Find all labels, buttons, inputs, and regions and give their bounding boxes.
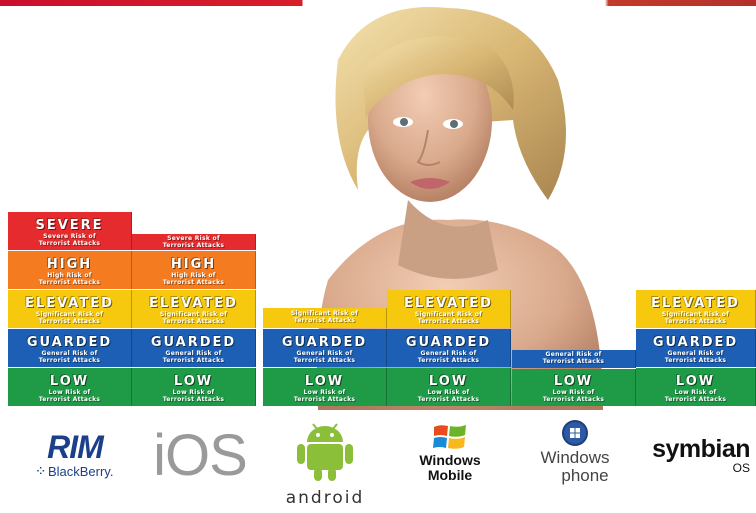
android-robot-icon <box>297 422 353 481</box>
threat-column-symbian: ELEVATED Significant Risk of Terrorist A… <box>636 290 756 406</box>
level-box-severe: SEVERE Severe Risk of Terrorist Attacks <box>8 212 132 250</box>
windows-phone-wordmark-1: Windows <box>540 448 610 467</box>
ios-logo: iOS <box>150 418 250 493</box>
android-logo: android <box>270 412 380 513</box>
windows-mobile-logo: Windows Mobile <box>400 416 500 488</box>
windows-mobile-wordmark-2: Mobile <box>427 467 473 483</box>
threat-column-windows-mobile: ELEVATED Significant Risk of Terrorist A… <box>387 290 511 406</box>
level-box-elevated: ELEVATED Significant Risk of Terrorist A… <box>8 290 132 328</box>
level-box-guarded: GUARDED General Risk of Terrorist Attack… <box>132 329 256 367</box>
blackberry-wordmark: BlackBerry. <box>47 463 114 479</box>
level-box-guarded: GUARDED General Risk of Terrorist Attack… <box>636 329 756 367</box>
level-box-low: LOW Low Risk of Terrorist Attacks <box>387 368 511 406</box>
level-box-guarded-partial: General Risk of Terrorist Attacks <box>512 350 636 368</box>
level-box-high: HIGH High Risk of Terrorist Attacks <box>8 251 132 289</box>
level-box-elevated: ELEVATED Significant Risk of Terrorist A… <box>387 290 511 328</box>
level-box-low: LOW Low Risk of Terrorist Attacks <box>263 368 387 406</box>
level-box-guarded: GUARDED General Risk of Terrorist Attack… <box>8 329 132 367</box>
symbian-os-label: OS <box>732 460 750 475</box>
symbian-wordmark: symbian <box>652 434 750 463</box>
level-box-elevated-partial: Significant Risk of Terrorist Attacks <box>263 308 387 328</box>
blackberry-dots-icon: ⁘ <box>36 465 45 477</box>
level-box-guarded: GUARDED General Risk of Terrorist Attack… <box>263 329 387 367</box>
level-box-severe-partial: Severe Risk of Terrorist Attacks <box>132 234 256 250</box>
threat-column-android: Significant Risk of Terrorist Attacks GU… <box>263 308 387 406</box>
blackberry-logo: RIM ⁘ BlackBerry. <box>20 425 130 485</box>
level-box-elevated: ELEVATED Significant Risk of Terrorist A… <box>132 290 256 328</box>
level-box-low: LOW Low Risk of Terrorist Attacks <box>512 369 636 406</box>
symbian-logo: symbian OS <box>650 430 750 480</box>
threat-column-windows-phone: General Risk of Terrorist Attacks LOW Lo… <box>512 350 636 406</box>
level-box-guarded: GUARDED General Risk of Terrorist Attack… <box>387 329 511 367</box>
ios-wordmark: iOS <box>153 422 248 488</box>
level-box-low: LOW Low Risk of Terrorist Attacks <box>636 368 756 406</box>
threat-column-ios: Severe Risk of Terrorist Attacks HIGH Hi… <box>132 234 256 406</box>
windows-orb-icon <box>562 420 588 446</box>
threat-column-blackberry: SEVERE Severe Risk of Terrorist Attacks … <box>8 212 132 406</box>
windows-phone-logo: Windows phone <box>525 416 625 488</box>
windows-mobile-wordmark-1: Windows <box>419 452 481 468</box>
windows-phone-wordmark-2: phone <box>561 466 609 485</box>
android-wordmark: android <box>285 487 365 508</box>
level-box-low: LOW Low Risk of Terrorist Attacks <box>132 368 256 406</box>
level-box-high: HIGH High Risk of Terrorist Attacks <box>132 251 256 289</box>
rim-wordmark: RIM <box>47 428 104 465</box>
level-box-elevated: ELEVATED Significant Risk of Terrorist A… <box>636 290 756 328</box>
windows-flag-icon <box>433 425 466 449</box>
level-box-low: LOW Low Risk of Terrorist Attacks <box>8 368 132 406</box>
